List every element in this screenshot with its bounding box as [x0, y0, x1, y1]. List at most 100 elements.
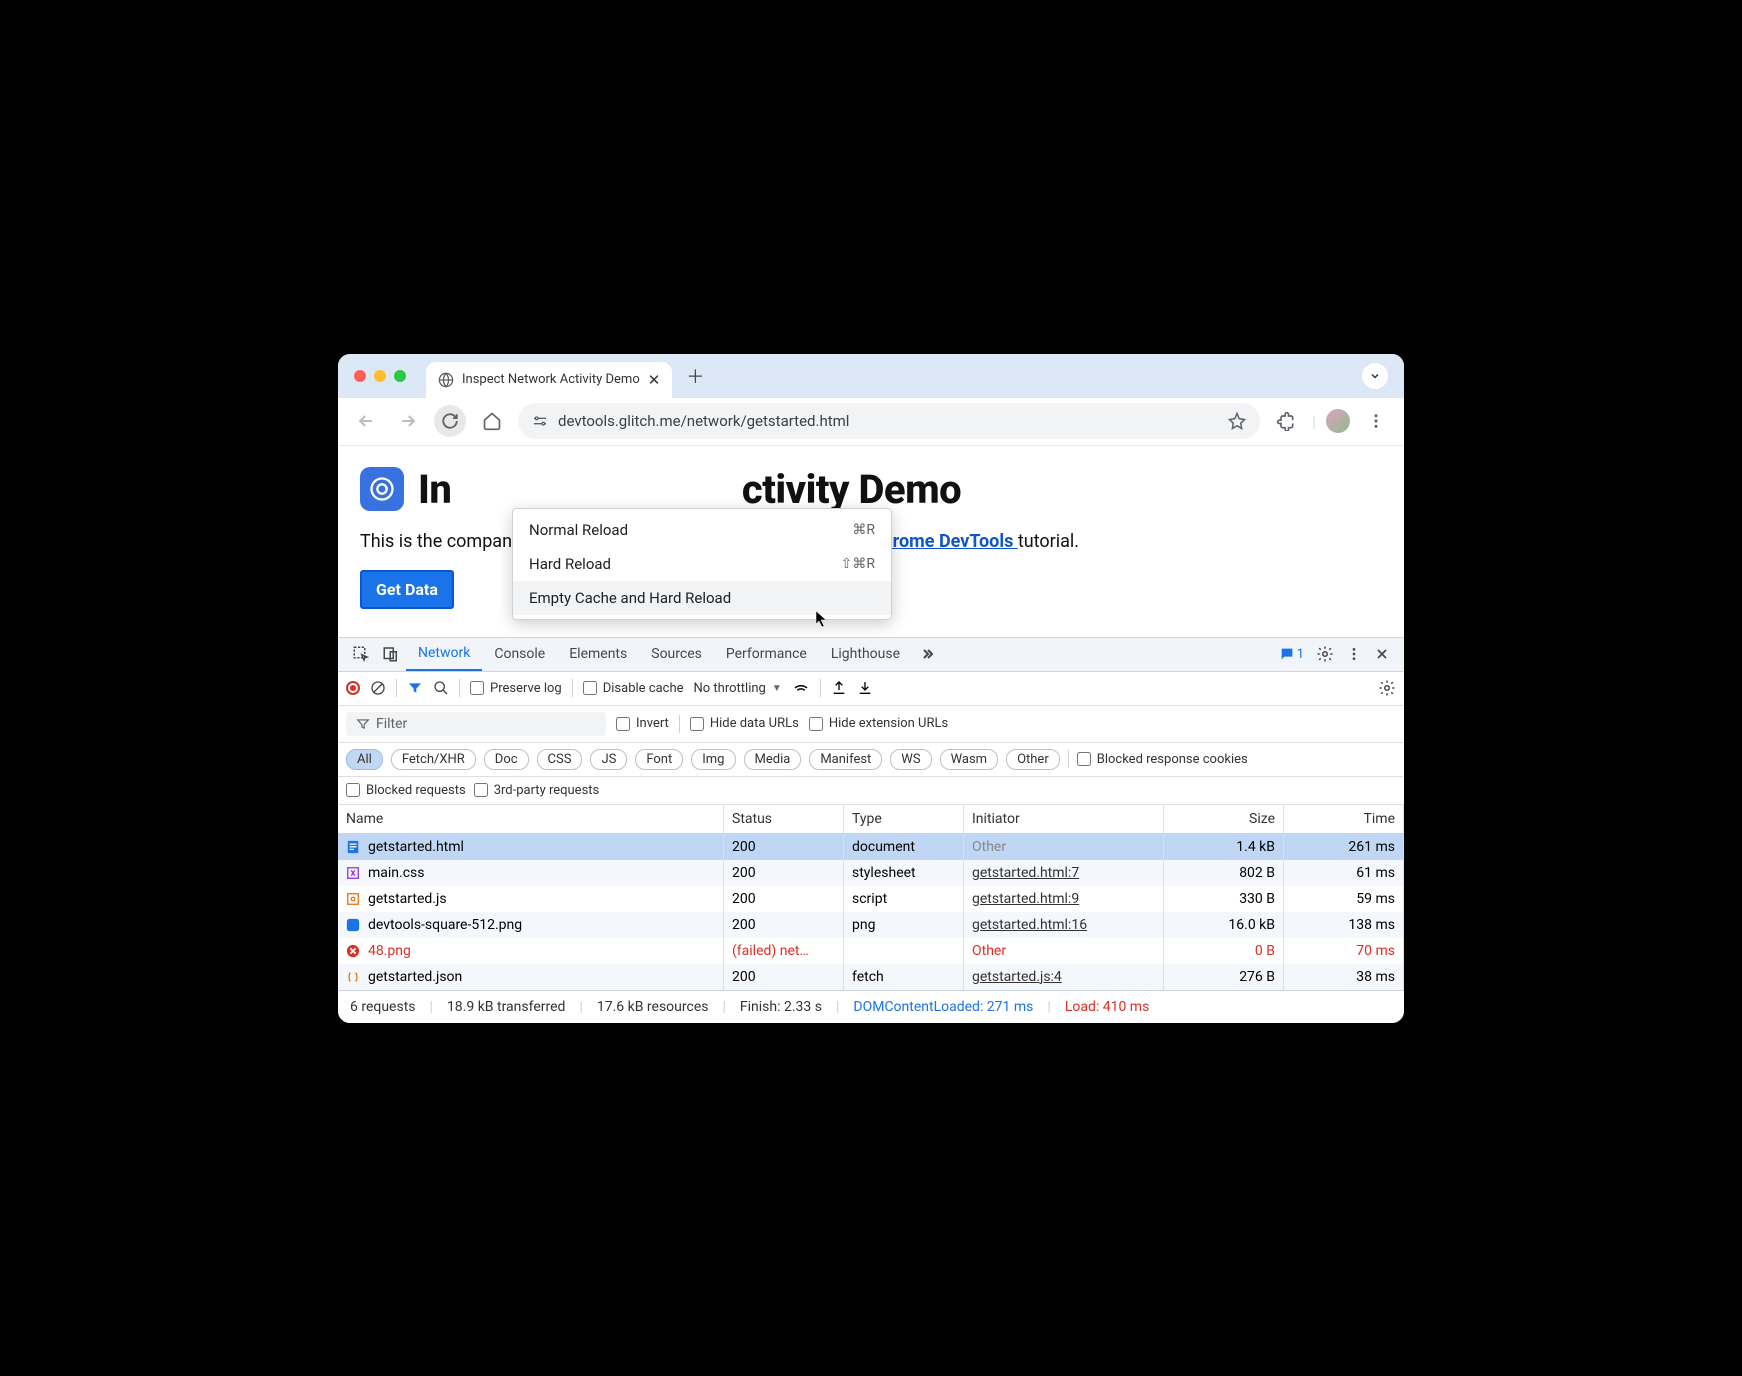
- upload-icon[interactable]: [831, 680, 847, 696]
- menu-item-empty-cache-hard-reload[interactable]: Empty Cache and Hard Reload: [513, 581, 891, 615]
- get-data-button[interactable]: Get Data: [360, 570, 454, 609]
- hide-data-urls-checkbox[interactable]: Hide data URLs: [690, 716, 799, 731]
- site-settings-icon[interactable]: [532, 413, 548, 429]
- devtools-menu-icon[interactable]: [1340, 646, 1368, 662]
- filter-icon[interactable]: [407, 680, 423, 696]
- tab-sources[interactable]: Sources: [639, 637, 714, 671]
- record-button[interactable]: [346, 681, 360, 695]
- profile-avatar[interactable]: [1326, 409, 1350, 433]
- filter-input[interactable]: Filter: [346, 712, 606, 736]
- clear-icon[interactable]: [370, 680, 386, 696]
- chip-fetch-xhr[interactable]: Fetch/XHR: [391, 749, 476, 770]
- chip-doc[interactable]: Doc: [484, 749, 529, 770]
- col-type[interactable]: Type: [844, 805, 964, 834]
- cell-initiator: getstarted.html:7: [964, 860, 1164, 886]
- initiator-link[interactable]: getstarted.html:7: [972, 865, 1079, 881]
- globe-icon: [438, 372, 454, 388]
- hide-extension-urls-checkbox[interactable]: Hide extension URLs: [809, 716, 948, 731]
- col-initiator[interactable]: Initiator: [964, 805, 1164, 834]
- bookmark-star-icon[interactable]: [1228, 412, 1246, 430]
- home-button[interactable]: [476, 405, 508, 437]
- close-window-button[interactable]: [354, 370, 366, 382]
- cell-initiator: getstarted.html:9: [964, 886, 1164, 912]
- address-bar[interactable]: devtools.glitch.me/network/getstarted.ht…: [518, 403, 1260, 439]
- chip-img[interactable]: Img: [691, 749, 735, 770]
- table-row[interactable]: getstarted.js200scriptgetstarted.html:93…: [338, 886, 1404, 912]
- file-name: 48.png: [368, 943, 411, 959]
- chip-other[interactable]: Other: [1006, 749, 1060, 770]
- search-icon[interactable]: [433, 680, 449, 696]
- table-row[interactable]: 48.png(failed) net…Other0 B70 ms: [338, 938, 1404, 964]
- menu-item-hard-reload[interactable]: Hard Reload ⇧⌘R: [513, 547, 891, 581]
- third-party-checkbox[interactable]: 3rd-party requests: [474, 783, 600, 798]
- network-settings-gear-icon[interactable]: [1378, 679, 1396, 697]
- file-type-icon: [346, 866, 360, 880]
- chevron-down-icon: ▼: [772, 683, 782, 694]
- preserve-log-checkbox[interactable]: Preserve log: [470, 681, 562, 696]
- window-dropdown-button[interactable]: [1362, 363, 1388, 389]
- chip-font[interactable]: Font: [635, 749, 683, 770]
- table-row[interactable]: getstarted.html200documentOther1.4 kB261…: [338, 833, 1404, 860]
- download-icon[interactable]: [857, 680, 873, 696]
- col-name[interactable]: Name: [338, 805, 724, 834]
- invert-checkbox[interactable]: Invert: [616, 716, 669, 731]
- chip-css[interactable]: CSS: [537, 749, 583, 770]
- initiator-link[interactable]: getstarted.html:9: [972, 891, 1079, 907]
- more-tabs-icon[interactable]: [912, 646, 940, 662]
- menu-item-label: Normal Reload: [529, 521, 628, 539]
- cell-status: 200: [724, 886, 844, 912]
- table-row[interactable]: getstarted.json200fetchgetstarted.js:427…: [338, 964, 1404, 990]
- new-tab-button[interactable]: ＋: [686, 363, 704, 389]
- col-time[interactable]: Time: [1284, 805, 1404, 834]
- chip-js[interactable]: JS: [590, 749, 627, 770]
- initiator-link[interactable]: getstarted.html:16: [972, 917, 1087, 933]
- extensions-button[interactable]: [1270, 405, 1302, 437]
- network-status-bar: 6 requests| 18.9 kB transferred| 17.6 kB…: [338, 990, 1404, 1023]
- close-tab-icon[interactable]: ✕: [648, 371, 661, 389]
- tab-elements[interactable]: Elements: [557, 637, 639, 671]
- col-size[interactable]: Size: [1164, 805, 1284, 834]
- device-toggle-icon[interactable]: [376, 645, 406, 663]
- col-status[interactable]: Status: [724, 805, 844, 834]
- chip-media[interactable]: Media: [744, 749, 802, 770]
- reload-button[interactable]: [434, 405, 466, 437]
- table-row[interactable]: main.css200stylesheetgetstarted.html:780…: [338, 860, 1404, 886]
- wifi-icon[interactable]: [792, 679, 810, 697]
- blocked-filter-row: Blocked requests 3rd-party requests: [338, 777, 1404, 805]
- forward-button[interactable]: [392, 405, 424, 437]
- browser-tab[interactable]: Inspect Network Activity Demo ✕: [426, 362, 672, 398]
- chrome-devtools-icon: [360, 467, 404, 511]
- blocked-requests-checkbox[interactable]: Blocked requests: [346, 783, 466, 798]
- browser-toolbar: devtools.glitch.me/network/getstarted.ht…: [338, 398, 1404, 446]
- throttling-dropdown[interactable]: No throttling ▼: [694, 681, 782, 696]
- initiator-link[interactable]: getstarted.js:4: [972, 969, 1062, 985]
- chip-manifest[interactable]: Manifest: [809, 749, 882, 770]
- close-devtools-icon[interactable]: [1368, 646, 1396, 662]
- filter-row: Filter Invert Hide data URLs Hide extens…: [338, 706, 1404, 743]
- cell-type: fetch: [844, 964, 964, 990]
- cell-time: 70 ms: [1284, 938, 1404, 964]
- issues-button[interactable]: 1: [1279, 646, 1304, 662]
- chip-all[interactable]: All: [346, 749, 383, 770]
- settings-gear-icon[interactable]: [1310, 645, 1340, 663]
- browser-menu-button[interactable]: [1360, 405, 1392, 437]
- tab-console[interactable]: Console: [482, 637, 557, 671]
- disable-cache-checkbox[interactable]: Disable cache: [583, 681, 684, 696]
- minimize-window-button[interactable]: [374, 370, 386, 382]
- tab-performance[interactable]: Performance: [714, 637, 819, 671]
- cell-size: 276 B: [1164, 964, 1284, 990]
- cell-time: 38 ms: [1284, 964, 1404, 990]
- blocked-response-cookies-checkbox[interactable]: Blocked response cookies: [1077, 752, 1248, 767]
- back-button[interactable]: [350, 405, 382, 437]
- chip-ws[interactable]: WS: [890, 749, 931, 770]
- url-text: devtools.glitch.me/network/getstarted.ht…: [558, 412, 849, 430]
- menu-item-normal-reload[interactable]: Normal Reload ⌘R: [513, 513, 891, 547]
- cell-status: 200: [724, 860, 844, 886]
- requests-table: Name Status Type Initiator Size Time get…: [338, 805, 1404, 990]
- inspect-element-icon[interactable]: [346, 645, 376, 663]
- maximize-window-button[interactable]: [394, 370, 406, 382]
- tab-network[interactable]: Network: [406, 637, 482, 671]
- chip-wasm[interactable]: Wasm: [940, 749, 999, 770]
- tab-lighthouse[interactable]: Lighthouse: [819, 637, 912, 671]
- table-row[interactable]: devtools-square-512.png200pnggetstarted.…: [338, 912, 1404, 938]
